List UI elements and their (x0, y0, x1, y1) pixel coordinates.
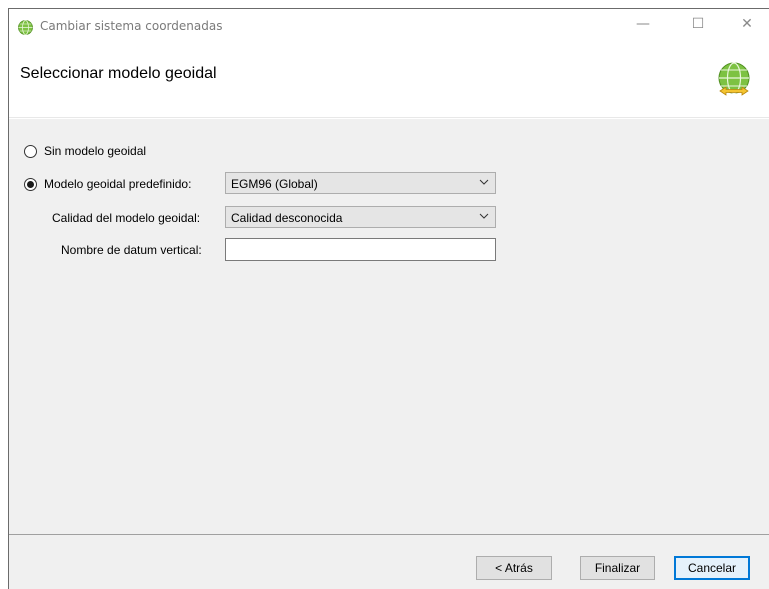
window-title: Cambiar sistema coordenadas (40, 19, 223, 33)
no-geoid-radio[interactable] (24, 144, 37, 158)
predefined-geoid-option[interactable]: Modelo geoidal predefinido: (24, 177, 191, 191)
vertical-datum-label: Nombre de datum vertical: (61, 243, 202, 257)
predefined-geoid-label: Modelo geoidal predefinido: (44, 177, 192, 191)
geoid-quality-select[interactable]: Calidad desconocida (225, 206, 496, 228)
title-bar: Cambiar sistema coordenadas — ☐ ✕ (9, 9, 769, 45)
no-geoid-option[interactable]: Sin modelo geoidal (24, 144, 146, 158)
quality-label: Calidad del modelo geoidal: (52, 211, 201, 225)
globe-wizard-icon (715, 61, 753, 99)
options-panel: Sin modelo geoidal Modelo geoidal predef… (9, 119, 769, 534)
globe-icon (18, 20, 33, 35)
chevron-down-icon (478, 176, 490, 188)
geoid-quality-value: Calidad desconocida (231, 211, 343, 225)
maximize-button[interactable]: ☐ (675, 9, 721, 39)
no-geoid-label: Sin modelo geoidal (44, 144, 147, 158)
geoid-model-select[interactable]: EGM96 (Global) (225, 172, 496, 194)
geoid-model-value: EGM96 (Global) (231, 177, 318, 191)
wizard-footer: < Atrás Finalizar Cancelar (9, 534, 769, 589)
vertical-datum-input[interactable] (225, 238, 496, 261)
finish-button[interactable]: Finalizar (580, 556, 655, 580)
wizard-window: Cambiar sistema coordenadas — ☐ ✕ Selecc… (8, 8, 769, 589)
chevron-down-icon (478, 210, 490, 222)
cancel-button[interactable]: Cancelar (674, 556, 750, 580)
minimize-button[interactable]: — (620, 9, 666, 39)
page-title: Seleccionar modelo geoidal (20, 65, 217, 82)
predefined-geoid-radio[interactable] (24, 177, 37, 191)
back-button[interactable]: < Atrás (476, 556, 552, 580)
close-button[interactable]: ✕ (724, 9, 769, 39)
wizard-header: Seleccionar modelo geoidal (9, 45, 769, 118)
